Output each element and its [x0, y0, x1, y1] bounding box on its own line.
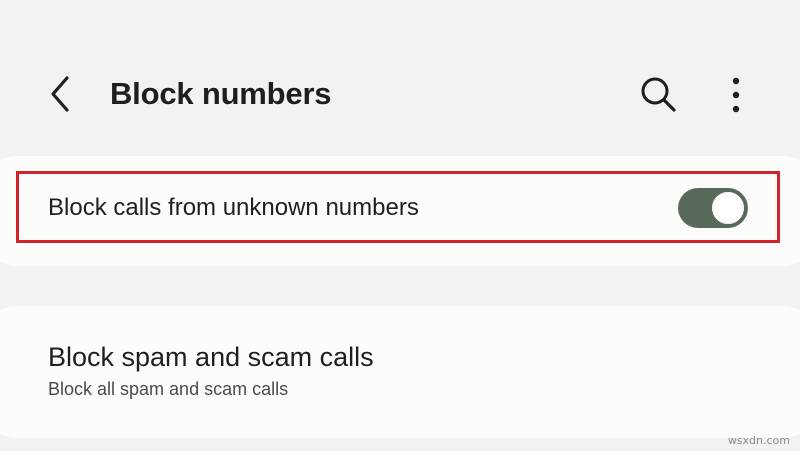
watermark: wsxdn.com: [727, 434, 790, 447]
block-unknown-numbers-row[interactable]: Block calls from unknown numbers: [18, 173, 778, 241]
block-unknown-numbers-label: Block calls from unknown numbers: [48, 194, 419, 221]
back-button[interactable]: [36, 70, 84, 118]
search-button[interactable]: [634, 70, 684, 120]
more-options-button[interactable]: [714, 70, 758, 120]
block-unknown-numbers-toggle[interactable]: [678, 188, 748, 228]
block-spam-calls-row[interactable]: Block spam and scam calls Block all spam…: [18, 330, 778, 420]
block-spam-calls-title: Block spam and scam calls: [48, 342, 374, 372]
search-icon: [641, 77, 676, 112]
page-title: Block numbers: [110, 76, 332, 111]
app-bar: Block numbers: [0, 0, 800, 150]
more-vertical-icon: [732, 77, 740, 113]
chevron-left-icon: [51, 76, 69, 112]
block-spam-calls-subtitle: Block all spam and scam calls: [48, 379, 289, 399]
toggle-knob: [709, 189, 747, 227]
